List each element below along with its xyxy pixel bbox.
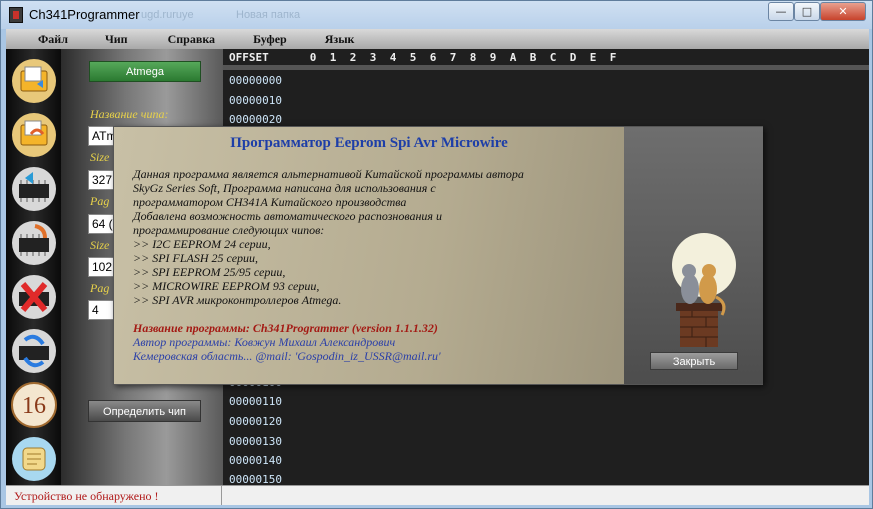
chip-name-label: Название чипа: xyxy=(90,107,169,121)
cats-on-chimney-image xyxy=(672,233,736,347)
menu-file[interactable]: Файл xyxy=(38,29,68,49)
about-title: Программатор Eeprom Spi Avr Microwire xyxy=(230,135,508,151)
ghost-title-text-2: Новая папка xyxy=(236,9,301,21)
size2-label: Size xyxy=(90,238,110,252)
size-label: Size xyxy=(90,150,110,164)
about-line: программирование следующих чипов: xyxy=(133,223,325,237)
about-line: Добавлена возможность автоматического ра… xyxy=(133,209,442,223)
about-line: >> SPI EEPROM 25/95 серии, xyxy=(133,265,286,279)
page-label: Pag xyxy=(90,194,110,208)
about-side-panel: Закрыть xyxy=(624,127,763,384)
menu-chip[interactable]: Чип xyxy=(105,29,128,49)
about-line: >> SPI FLASH 25 серии, xyxy=(133,251,259,265)
about-scroll-icon[interactable] xyxy=(10,435,58,483)
erase-chip-icon[interactable] xyxy=(10,273,58,321)
title-bar[interactable]: Ch341Programmer ugd.ruruye Новая папка —… xyxy=(1,1,872,29)
menu-help[interactable]: Справка xyxy=(168,29,215,49)
hex-16-icon[interactable]: 16 xyxy=(10,381,58,429)
toolbar: 16 xyxy=(6,49,61,485)
detect-chip-button[interactable]: Определить чип xyxy=(88,400,201,422)
hex-header-divider xyxy=(223,65,869,70)
contact-line: Кемеровская область... @mail: 'Gospodin_… xyxy=(133,349,441,363)
save-folder-icon[interactable] xyxy=(10,111,58,159)
about-line: >> MICROWIRE EEPROM 93 серии, xyxy=(133,279,320,293)
about-line: SkyGz Series Soft, Программа написана дл… xyxy=(133,181,436,195)
app-icon[interactable] xyxy=(9,7,23,23)
open-folder-icon[interactable] xyxy=(10,57,58,105)
about-dialog: Программатор Eeprom Spi Avr Microwire Да… xyxy=(113,126,763,385)
read-chip-icon[interactable] xyxy=(10,165,58,213)
menu-buffer[interactable]: Буфер xyxy=(253,29,287,49)
about-close-button[interactable]: Закрыть xyxy=(650,352,738,370)
verify-chip-icon[interactable] xyxy=(10,327,58,375)
about-line: >> SPI AVR микроконтроллеров Atmega. xyxy=(133,293,342,307)
author-line: Автор программы: Ковжун Михаил Александр… xyxy=(133,335,396,349)
about-line: программатором CH341A Китайского произво… xyxy=(133,195,407,209)
minimize-button[interactable]: — xyxy=(768,2,794,21)
hex-offset-cell: 00000110 xyxy=(229,395,282,408)
status-divider xyxy=(221,486,222,505)
hex-offset-cell: 00000140 xyxy=(229,454,282,467)
about-line: Данная программа является альтернативой … xyxy=(133,167,524,181)
close-window-button[interactable]: ✕ xyxy=(820,2,866,21)
hex-16-label: 16 xyxy=(22,393,46,419)
hex-offset-cell: 00000010 xyxy=(229,94,282,107)
hex-offset-cell: 00000020 xyxy=(229,113,282,126)
write-chip-icon[interactable] xyxy=(10,219,58,267)
status-message: Устройство не обнаружено ! xyxy=(14,489,159,503)
about-line: >> I2C EEPROM 24 серии, xyxy=(133,237,271,251)
app-window: Ch341Programmer ugd.ruruye Новая папка —… xyxy=(0,0,873,509)
hex-offset-cell: 00000000 xyxy=(229,74,282,87)
hex-offset-cell: 00000130 xyxy=(229,435,282,448)
page2-label: Pag xyxy=(90,281,110,295)
menu-language[interactable]: Язык xyxy=(325,29,355,49)
window-title: Ch341Programmer xyxy=(29,7,140,22)
status-bar: Устройство не обнаружено ! xyxy=(6,485,869,505)
chip-type-button[interactable]: Atmega xyxy=(89,61,201,82)
ghost-title-text: ugd.ruruye xyxy=(141,9,194,21)
menu-bar: Файл Чип Справка Буфер Язык xyxy=(6,29,869,49)
maximize-button[interactable]: □ xyxy=(794,2,820,21)
hex-offset-cell: 00000120 xyxy=(229,415,282,428)
program-name: Название программы: Ch341Programmer (ver… xyxy=(133,321,438,335)
